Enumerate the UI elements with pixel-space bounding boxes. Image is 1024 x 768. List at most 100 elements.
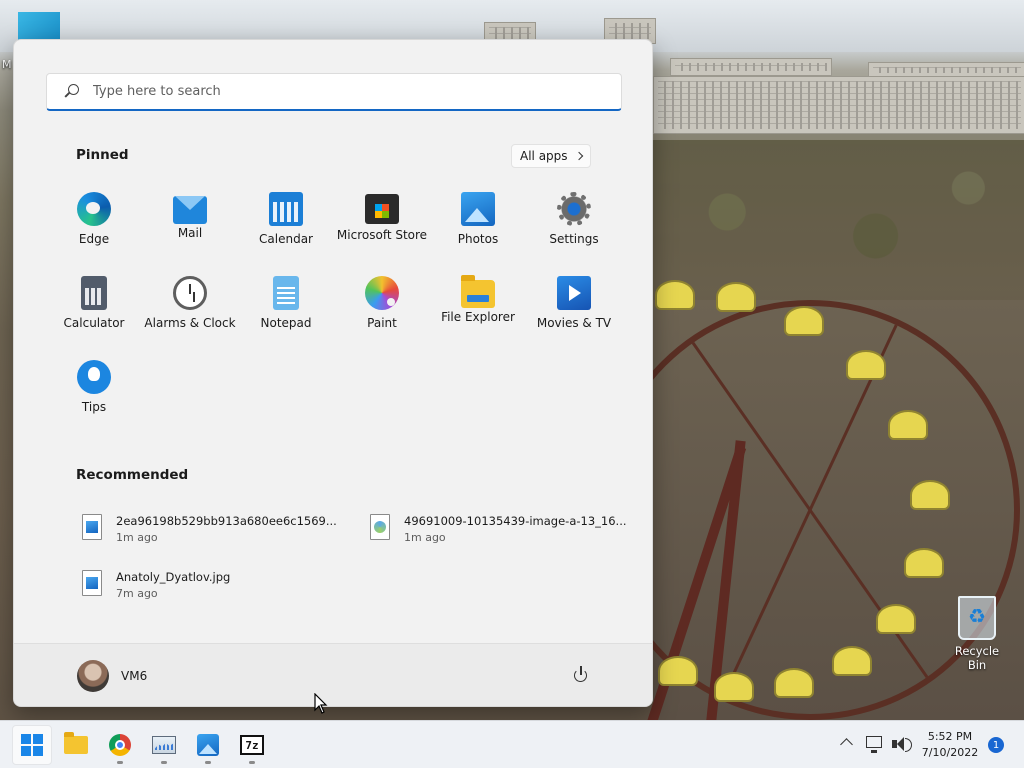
pinned-app-calculator[interactable]: Calculator: [46, 272, 142, 352]
pinned-app-movies-tv[interactable]: Movies & TV: [526, 272, 622, 352]
wallpaper-gondola: [716, 282, 756, 312]
folder-icon: [461, 275, 495, 308]
taskbar: 7z 5:52 PM 7/10/2022 1: [0, 720, 1024, 768]
start-button[interactable]: [12, 725, 52, 765]
pinned-app-label: Edge: [78, 232, 110, 246]
photos-icon: [461, 192, 495, 226]
all-apps-button[interactable]: All apps: [511, 144, 591, 168]
pinned-app-mail[interactable]: Mail: [142, 188, 238, 268]
wallpaper-building: [670, 58, 832, 76]
pinned-app-tips[interactable]: Tips: [46, 356, 142, 436]
image-file-icon: [82, 514, 102, 540]
search-input[interactable]: [91, 83, 575, 100]
calendar-icon: [269, 192, 303, 226]
mail-icon: [173, 196, 207, 224]
edge-icon: [77, 192, 111, 226]
pinned-app-label: Alarms & Clock: [144, 316, 236, 330]
recycle-bin-icon: [958, 596, 996, 640]
recommended-item[interactable]: Anatoly_Dyatlov.jpg 7m ago: [82, 570, 230, 600]
pinned-app-label: Microsoft Store: [336, 228, 428, 242]
recommended-item-name: 2ea96198b529bb913a680ee6c1569...: [116, 514, 337, 528]
taskbar-7zip[interactable]: 7z: [232, 725, 272, 765]
wallpaper-gondola: [655, 280, 695, 310]
system-clock[interactable]: 5:52 PM 7/10/2022: [918, 729, 982, 761]
recycle-bin[interactable]: Recycle Bin: [944, 596, 1010, 672]
taskbar-resource-monitor[interactable]: [144, 725, 184, 765]
pinned-app-label: Movies & TV: [536, 316, 612, 330]
running-indicator: [161, 761, 167, 764]
image-file-icon: [370, 514, 390, 540]
recommended-item-time: 1m ago: [404, 531, 446, 544]
recommended-title: Recommended: [76, 467, 189, 483]
calculator-icon: [81, 276, 107, 310]
avatar[interactable]: [77, 660, 109, 692]
start-search-box[interactable]: [46, 73, 622, 111]
pinned-app-label: Calculator: [63, 316, 125, 330]
show-hidden-icons-chevron-up-icon[interactable]: [840, 738, 853, 751]
7zip-icon: 7z: [240, 735, 264, 755]
pinned-app-settings[interactable]: Settings: [526, 188, 622, 268]
search-icon: [63, 83, 79, 100]
pinned-app-label: Paint: [367, 316, 397, 330]
user-name[interactable]: VM6: [121, 669, 147, 683]
pinned-app-label: Mail: [177, 226, 203, 240]
folder-icon: [64, 732, 88, 754]
recommended-item[interactable]: 2ea96198b529bb913a680ee6c1569... 1m ago: [82, 514, 337, 544]
wallpaper-gondola: [784, 306, 824, 336]
gear-icon: [557, 192, 591, 226]
network-icon[interactable]: [866, 736, 882, 753]
pinned-app-alarms-clock[interactable]: Alarms & Clock: [142, 272, 238, 352]
play-icon: [557, 276, 591, 310]
pinned-app-photos[interactable]: Photos: [430, 188, 526, 268]
desktop-shortcut-label: M: [2, 58, 12, 71]
pinned-app-label: Calendar: [259, 232, 313, 246]
pinned-app-label: File Explorer: [441, 310, 515, 324]
pinned-app-paint[interactable]: Paint: [334, 272, 430, 352]
chevron-right-icon: [574, 151, 583, 161]
store-icon: [365, 194, 399, 224]
clock-date: 7/10/2022: [921, 746, 979, 759]
recommended-item[interactable]: 49691009-10135439-image-a-13_16... 1m ag…: [370, 514, 627, 544]
start-menu-footer: VM6: [14, 643, 652, 706]
running-indicator: [249, 761, 255, 764]
wallpaper-gondola: [888, 410, 928, 440]
recommended-item-name: 49691009-10135439-image-a-13_16...: [404, 514, 627, 528]
taskbar-file-explorer[interactable]: [56, 725, 96, 765]
pinned-app-file-explorer[interactable]: File Explorer: [430, 272, 526, 352]
volume-icon[interactable]: [892, 736, 912, 752]
image-file-icon: [82, 570, 102, 596]
running-indicator: [117, 761, 123, 764]
pinned-title: Pinned: [76, 147, 129, 163]
pinned-app-label: Notepad: [260, 316, 312, 330]
pinned-app-microsoft-store[interactable]: Microsoft Store: [334, 188, 430, 268]
recommended-item-name: Anatoly_Dyatlov.jpg: [116, 570, 231, 584]
recommended-item-time: 7m ago: [116, 587, 158, 600]
pinned-app-notepad[interactable]: Notepad: [238, 272, 334, 352]
wallpaper-gondola: [904, 548, 944, 578]
wallpaper-gondola: [846, 350, 886, 380]
notification-badge[interactable]: 1: [988, 737, 1004, 753]
wallpaper-gondola: [876, 604, 916, 634]
clock-time: 5:52 PM: [927, 730, 973, 743]
wallpaper-gondola: [714, 672, 754, 702]
recommended-item-time: 1m ago: [116, 531, 158, 544]
start-menu: Pinned All apps Edge Mail Calendar Micro…: [13, 39, 653, 707]
all-apps-label: All apps: [520, 149, 568, 163]
pinned-app-label: Settings: [549, 232, 599, 246]
palette-icon: [365, 276, 399, 310]
chrome-icon: [109, 734, 131, 756]
desktop-shortcut-icon[interactable]: [18, 12, 60, 40]
taskbar-photos[interactable]: [188, 725, 228, 765]
pinned-app-calendar[interactable]: Calendar: [238, 188, 334, 268]
photos-icon: [197, 734, 219, 756]
wallpaper-building: [653, 76, 1024, 134]
lightbulb-icon: [77, 360, 111, 394]
recycle-bin-label: Recycle Bin: [954, 644, 1000, 672]
pinned-app-edge[interactable]: Edge: [46, 188, 142, 268]
notepad-icon: [273, 276, 299, 310]
power-icon[interactable]: [572, 666, 590, 684]
windows-start-icon: [21, 734, 43, 756]
taskbar-chrome[interactable]: [100, 725, 140, 765]
wallpaper-gondola: [832, 646, 872, 676]
wallpaper-gondola: [910, 480, 950, 510]
